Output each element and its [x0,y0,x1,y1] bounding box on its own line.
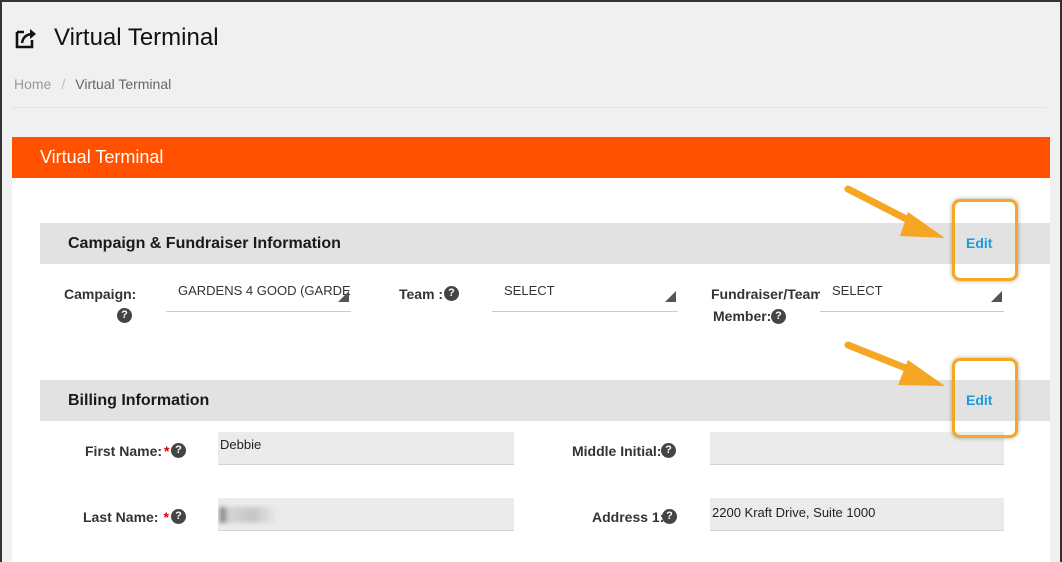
annotation-arrow-icon [844,185,945,238]
app-window: Virtual Terminal Home / Virtual Terminal… [0,0,1062,562]
annotation-arrow-icon [844,341,945,386]
annotation-arrows [844,185,945,386]
